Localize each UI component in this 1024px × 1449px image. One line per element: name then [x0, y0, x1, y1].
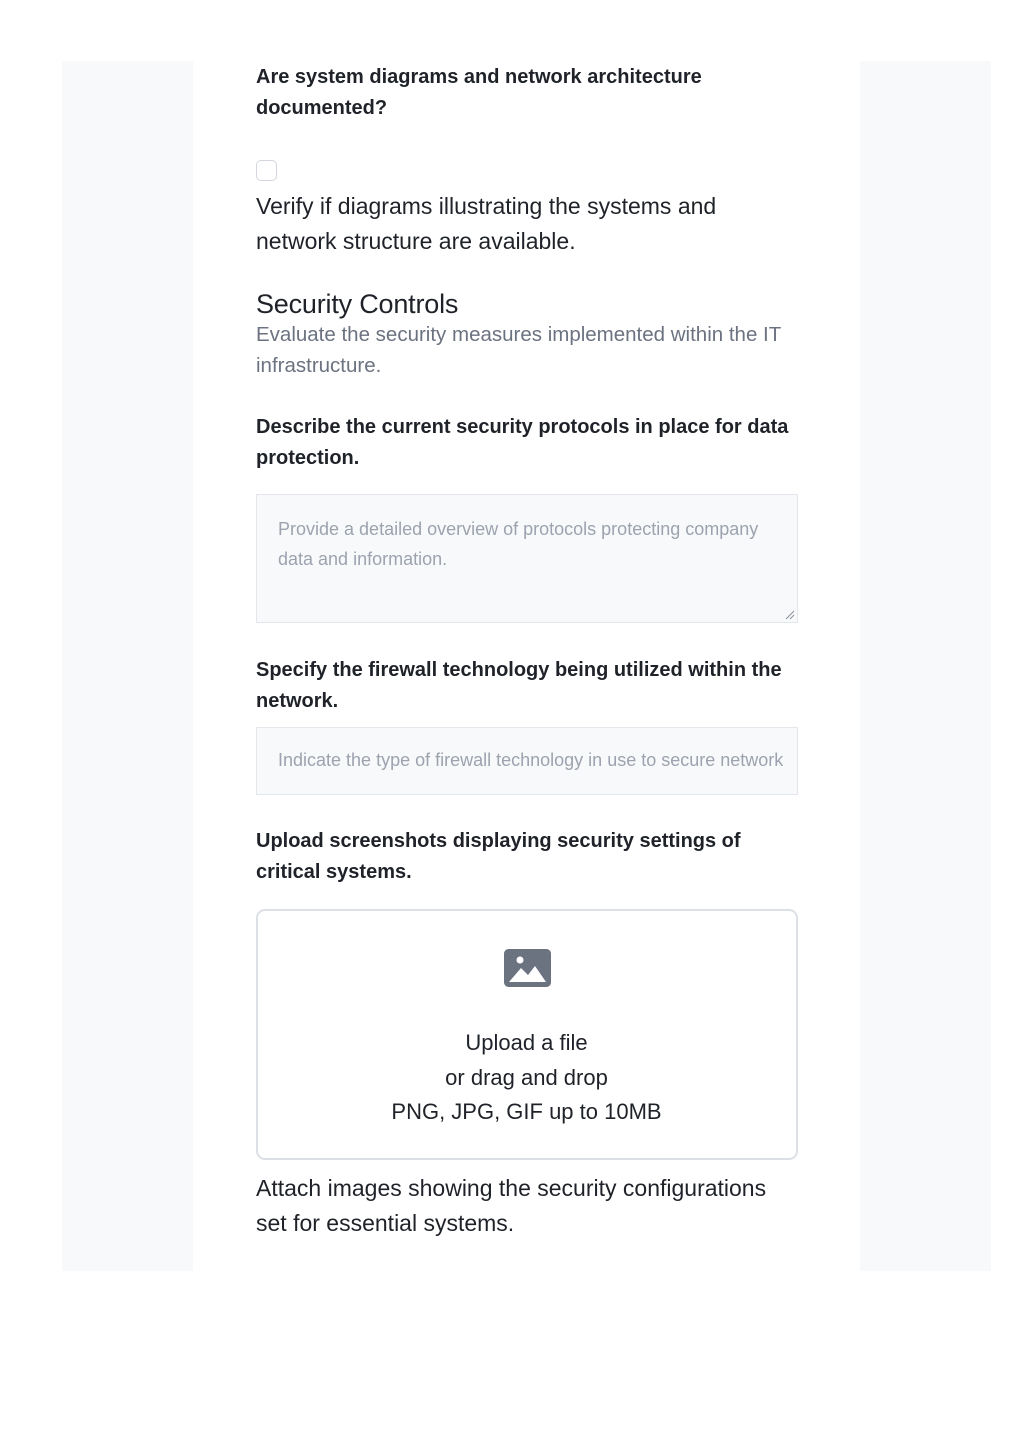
question-label-screenshots: Upload screenshots displaying security s…	[256, 830, 741, 883]
right-side-panel	[860, 61, 991, 1271]
drag-drop-text: or drag and drop	[445, 1065, 608, 1090]
question-label-diagrams: Are system diagrams and network architec…	[256, 66, 702, 119]
question-help-diagrams: Verify if diagrams illustrating the syst…	[256, 193, 717, 254]
diagrams-documented-checkbox[interactable]	[256, 160, 277, 181]
image-icon	[504, 949, 551, 987]
protocols-placeholder: Provide a detailed overview of protocols…	[278, 519, 759, 569]
question-label-protocols: Describe the current security protocols …	[256, 416, 789, 469]
question-help-screenshots: Attach images showing the security confi…	[256, 1175, 767, 1236]
resize-handle-icon[interactable]	[785, 610, 795, 620]
file-upload-dropzone[interactable]: Upload a file or drag and drop PNG, JPG,…	[256, 909, 798, 1160]
firewall-input[interactable]: Indicate the type of firewall technology…	[256, 727, 798, 795]
protocols-textarea[interactable]: Provide a detailed overview of protocols…	[256, 494, 798, 623]
section-title: Security Controls	[256, 289, 459, 319]
left-side-panel	[62, 61, 193, 1271]
firewall-placeholder: Indicate the type of firewall technology…	[278, 750, 784, 770]
upload-file-types: PNG, JPG, GIF up to 10MB	[391, 1099, 662, 1124]
upload-file-link[interactable]: Upload a file	[258, 1026, 795, 1060]
question-label-firewall: Specify the firewall technology being ut…	[256, 659, 782, 712]
section-description: Evaluate the security measures implement…	[256, 323, 781, 377]
